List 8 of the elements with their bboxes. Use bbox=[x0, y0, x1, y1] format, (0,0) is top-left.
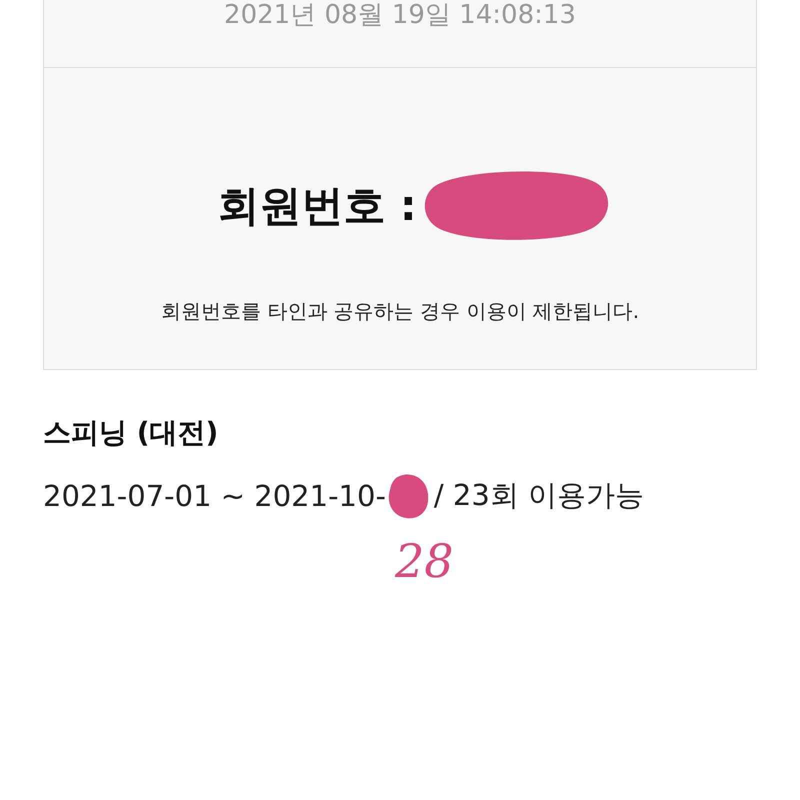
member-number-label: 회원번호 : bbox=[217, 180, 417, 232]
timestamp: 2021년 08월 19일 14:08:13 bbox=[224, 0, 576, 30]
pass-title: 스피닝 (대전) bbox=[43, 415, 220, 451]
redaction-scribble bbox=[388, 472, 430, 520]
handwritten-note: 28 bbox=[395, 534, 455, 588]
notice-text: 회원번호를 타인과 공유하는 경우 이용이 제한됩니다. bbox=[160, 298, 640, 325]
pass-period: 2021-07-01 ~ 2021-10- bbox=[43, 479, 386, 513]
usage-count: / 23회 이용가능 bbox=[434, 477, 644, 514]
